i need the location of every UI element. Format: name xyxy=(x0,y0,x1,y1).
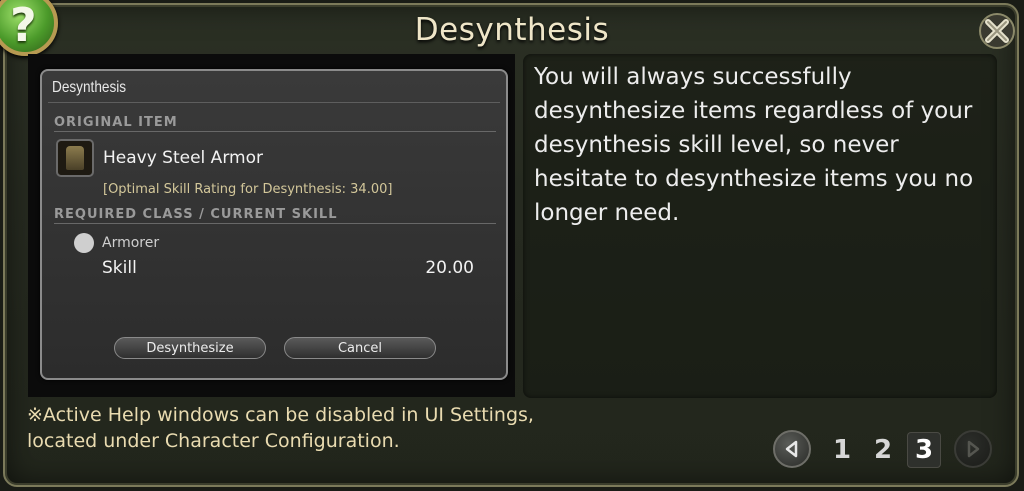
cancel-button[interactable]: Cancel xyxy=(284,337,436,359)
help-text: You will always successfully desynthesiz… xyxy=(534,64,974,226)
triangle-right-icon xyxy=(967,440,980,458)
close-icon[interactable] xyxy=(978,12,1016,50)
previous-page-button[interactable] xyxy=(773,430,811,468)
page-1-button[interactable]: 1 xyxy=(825,432,859,468)
dialog-title: Desynthesis xyxy=(52,79,127,96)
class-name: Armorer xyxy=(102,235,160,251)
divider xyxy=(54,223,496,224)
item-name: Heavy Steel Armor xyxy=(103,148,263,168)
active-help-note: ※Active Help windows can be disabled in … xyxy=(27,402,647,454)
desynthesize-button[interactable]: Desynthesize xyxy=(114,337,266,359)
next-page-button[interactable] xyxy=(954,430,992,468)
note-line-2: located under Character Configuration. xyxy=(27,430,400,452)
divider xyxy=(48,102,500,103)
armor-item-icon xyxy=(56,139,94,177)
page-3-button[interactable]: 3 xyxy=(907,432,941,468)
skill-value: 20.00 xyxy=(425,258,474,278)
note-line-1: ※Active Help windows can be disabled in … xyxy=(27,404,534,426)
required-class-header: REQUIRED CLASS / CURRENT SKILL xyxy=(54,207,338,222)
window-title: Desynthesis xyxy=(414,12,610,48)
optimal-skill-rating: [Optimal Skill Rating for Desynthesis: 3… xyxy=(103,182,393,197)
triangle-left-icon xyxy=(785,440,798,458)
divider xyxy=(54,131,496,132)
armorer-class-icon xyxy=(74,233,94,253)
original-item-header: ORIGINAL ITEM xyxy=(54,115,178,130)
skill-label: Skill xyxy=(102,258,137,278)
page-2-button[interactable]: 2 xyxy=(866,432,900,468)
desynthesis-dialog: Desynthesis ORIGINAL ITEM Heavy Steel Ar… xyxy=(40,69,508,380)
